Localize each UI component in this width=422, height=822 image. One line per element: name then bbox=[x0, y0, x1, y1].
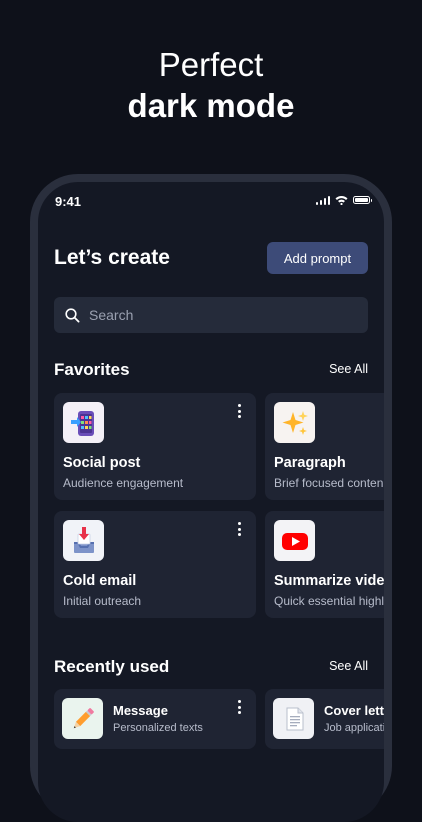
headline-line-1: Perfect bbox=[158, 46, 264, 83]
add-prompt-button[interactable]: Add prompt bbox=[267, 242, 368, 274]
more-options-icon[interactable] bbox=[238, 700, 242, 714]
card-title: Summarize video bbox=[274, 573, 384, 589]
signal-icon bbox=[315, 195, 330, 205]
phone-screen: 9:41 Let’s create Add prompt Favorites S… bbox=[38, 182, 384, 822]
favorite-card-cold-email[interactable]: Cold email Initial outreach bbox=[54, 511, 256, 618]
page-title: Let’s create bbox=[54, 246, 170, 269]
card-subtitle: Personalized texts bbox=[113, 722, 203, 734]
recent-title: Recently used bbox=[54, 657, 170, 676]
card-subtitle: Brief focused conten bbox=[274, 476, 384, 490]
favorite-card-summarize-video[interactable]: Summarize video Quick essential highl bbox=[265, 511, 384, 618]
favorite-card-social-post[interactable]: Social post Audience engagement bbox=[54, 393, 256, 500]
card-title: Message bbox=[113, 703, 168, 718]
sparkles-icon bbox=[274, 402, 315, 443]
card-title: Cold email bbox=[63, 573, 137, 589]
favorites-title: Favorites bbox=[54, 360, 130, 379]
status-time: 9:41 bbox=[55, 194, 82, 209]
card-subtitle: Quick essential highl bbox=[274, 594, 384, 608]
document-icon bbox=[273, 698, 314, 739]
phone-apps-icon bbox=[63, 402, 104, 443]
search-input[interactable] bbox=[87, 306, 341, 324]
card-subtitle: Audience engagement bbox=[63, 476, 184, 490]
more-options-icon[interactable] bbox=[238, 404, 242, 418]
youtube-play-icon bbox=[274, 520, 315, 561]
wifi-icon bbox=[335, 196, 348, 205]
status-icons bbox=[315, 195, 372, 205]
card-title: Social post bbox=[63, 455, 141, 471]
card-title: Cover letter bbox=[324, 703, 384, 718]
favorites-see-all-link[interactable]: See All bbox=[329, 362, 368, 376]
favorite-card-paragraph[interactable]: Paragraph Brief focused conten bbox=[265, 393, 384, 500]
more-options-icon[interactable] bbox=[238, 522, 242, 536]
search-icon bbox=[65, 307, 80, 323]
recent-card-cover-letter[interactable]: Cover letter Job applicatio bbox=[265, 689, 384, 749]
headline-line-2: dark mode bbox=[127, 87, 295, 124]
card-subtitle: Initial outreach bbox=[63, 594, 142, 608]
promo-headline: Perfect dark mode bbox=[0, 44, 422, 126]
inbox-tray-icon bbox=[63, 520, 104, 561]
recent-see-all-link[interactable]: See All bbox=[329, 659, 368, 673]
card-title: Paragraph bbox=[274, 455, 346, 471]
card-subtitle: Job applicatio bbox=[324, 722, 384, 734]
pencil-icon bbox=[62, 698, 103, 739]
battery-icon bbox=[353, 196, 372, 204]
search-bar[interactable] bbox=[54, 297, 368, 333]
recent-card-message[interactable]: Message Personalized texts bbox=[54, 689, 256, 749]
